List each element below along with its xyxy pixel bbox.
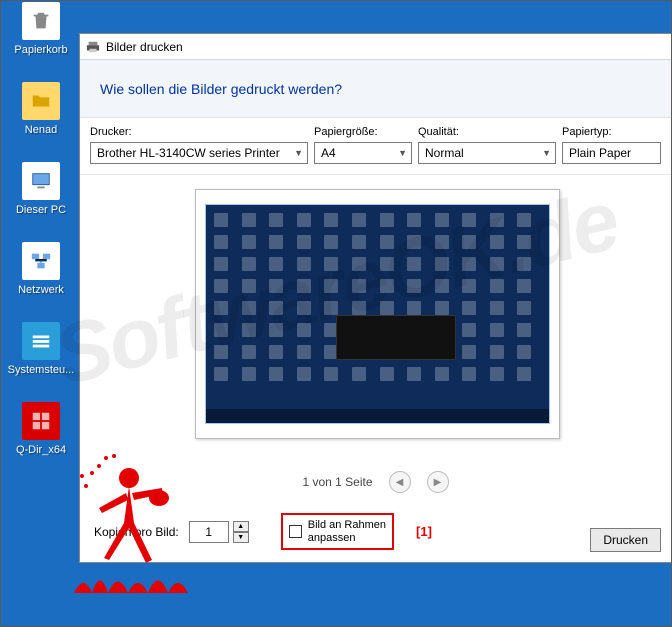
print-button[interactable]: Drucken bbox=[590, 528, 661, 552]
papersize-select[interactable]: A4 ▼ bbox=[314, 142, 412, 164]
desktop-icon-control-panel[interactable]: Systemsteu... bbox=[6, 322, 76, 376]
network-icon bbox=[22, 242, 60, 280]
papertype-label: Papiertyp: bbox=[562, 126, 661, 138]
spin-down-button[interactable]: ▼ bbox=[233, 532, 249, 543]
quality-select[interactable]: Normal ▼ bbox=[418, 142, 556, 164]
next-page-button[interactable]: ▶ bbox=[427, 471, 449, 493]
printer-value: Brother HL-3140CW series Printer bbox=[97, 146, 280, 160]
desktop-icon-recycle[interactable]: Papierkorb bbox=[6, 2, 76, 56]
fit-to-frame-checkbox[interactable] bbox=[289, 525, 302, 538]
desktop-icon-qdir[interactable]: Q-Dir_x64 bbox=[6, 402, 76, 456]
desktop-icon-label: Papierkorb bbox=[6, 44, 76, 56]
chevron-down-icon: ▼ bbox=[294, 148, 303, 158]
computer-icon bbox=[22, 162, 60, 200]
desktop-icon-this-pc[interactable]: Dieser PC bbox=[6, 162, 76, 216]
spin-up-button[interactable]: ▲ bbox=[233, 521, 249, 532]
desktop-icon-folder[interactable]: Nenad bbox=[6, 82, 76, 136]
folder-icon bbox=[22, 82, 60, 120]
preview-area bbox=[80, 175, 671, 465]
copies-stepper[interactable]: ▲ ▼ bbox=[189, 521, 249, 543]
desktop-icon-label: Nenad bbox=[6, 124, 76, 136]
control-panel-icon bbox=[22, 322, 60, 360]
page-indicator: 1 von 1 Seite bbox=[302, 475, 372, 489]
chevron-down-icon: ▼ bbox=[542, 148, 551, 158]
annotation-marker: [1] bbox=[416, 524, 432, 539]
printer-label: Drucker: bbox=[90, 126, 308, 138]
copies-input[interactable] bbox=[189, 521, 229, 543]
printer-select[interactable]: Brother HL-3140CW series Printer ▼ bbox=[90, 142, 308, 164]
dialog-title: Bilder drucken bbox=[106, 40, 183, 54]
page-preview bbox=[195, 189, 560, 439]
print-options-row: Drucker: Brother HL-3140CW series Printe… bbox=[80, 118, 671, 175]
banner-heading: Wie sollen die Bilder gedruckt werden? bbox=[80, 60, 671, 118]
fit-to-frame-checkbox-wrap: Bild an Rahmenanpassen bbox=[281, 513, 394, 550]
quality-value: Normal bbox=[425, 146, 464, 160]
prev-page-button[interactable]: ◀ bbox=[389, 471, 411, 493]
titlebar[interactable]: Bilder drucken bbox=[80, 34, 671, 60]
copies-label: Kopien pro Bild: bbox=[94, 525, 179, 539]
fit-to-frame-label: Bild an Rahmenanpassen bbox=[308, 519, 386, 544]
papersize-label: Papiergröße: bbox=[314, 126, 412, 138]
desktop-icon-network[interactable]: Netzwerk bbox=[6, 242, 76, 296]
app-icon bbox=[22, 402, 60, 440]
trash-icon bbox=[22, 2, 60, 40]
papersize-value: A4 bbox=[321, 146, 336, 160]
desktop-icon-label: Netzwerk bbox=[6, 284, 76, 296]
chevron-down-icon: ▼ bbox=[398, 148, 407, 158]
printer-icon bbox=[86, 40, 100, 54]
bottom-bar: Kopien pro Bild: ▲ ▼ Bild an Rahmenanpas… bbox=[80, 505, 671, 562]
quality-label: Qualität: bbox=[418, 126, 556, 138]
page-nav: 1 von 1 Seite ◀ ▶ bbox=[80, 465, 671, 505]
screenshot-image bbox=[205, 204, 550, 424]
papertype-value: Plain Paper bbox=[569, 146, 631, 160]
desktop-icon-label: Q-Dir_x64 bbox=[6, 444, 76, 456]
desktop-icon-label: Systemsteu... bbox=[6, 364, 76, 376]
desktop-icon-label: Dieser PC bbox=[6, 204, 76, 216]
print-dialog: Bilder drucken Wie sollen die Bilder ged… bbox=[79, 33, 672, 563]
papertype-select[interactable]: Plain Paper bbox=[562, 142, 661, 164]
